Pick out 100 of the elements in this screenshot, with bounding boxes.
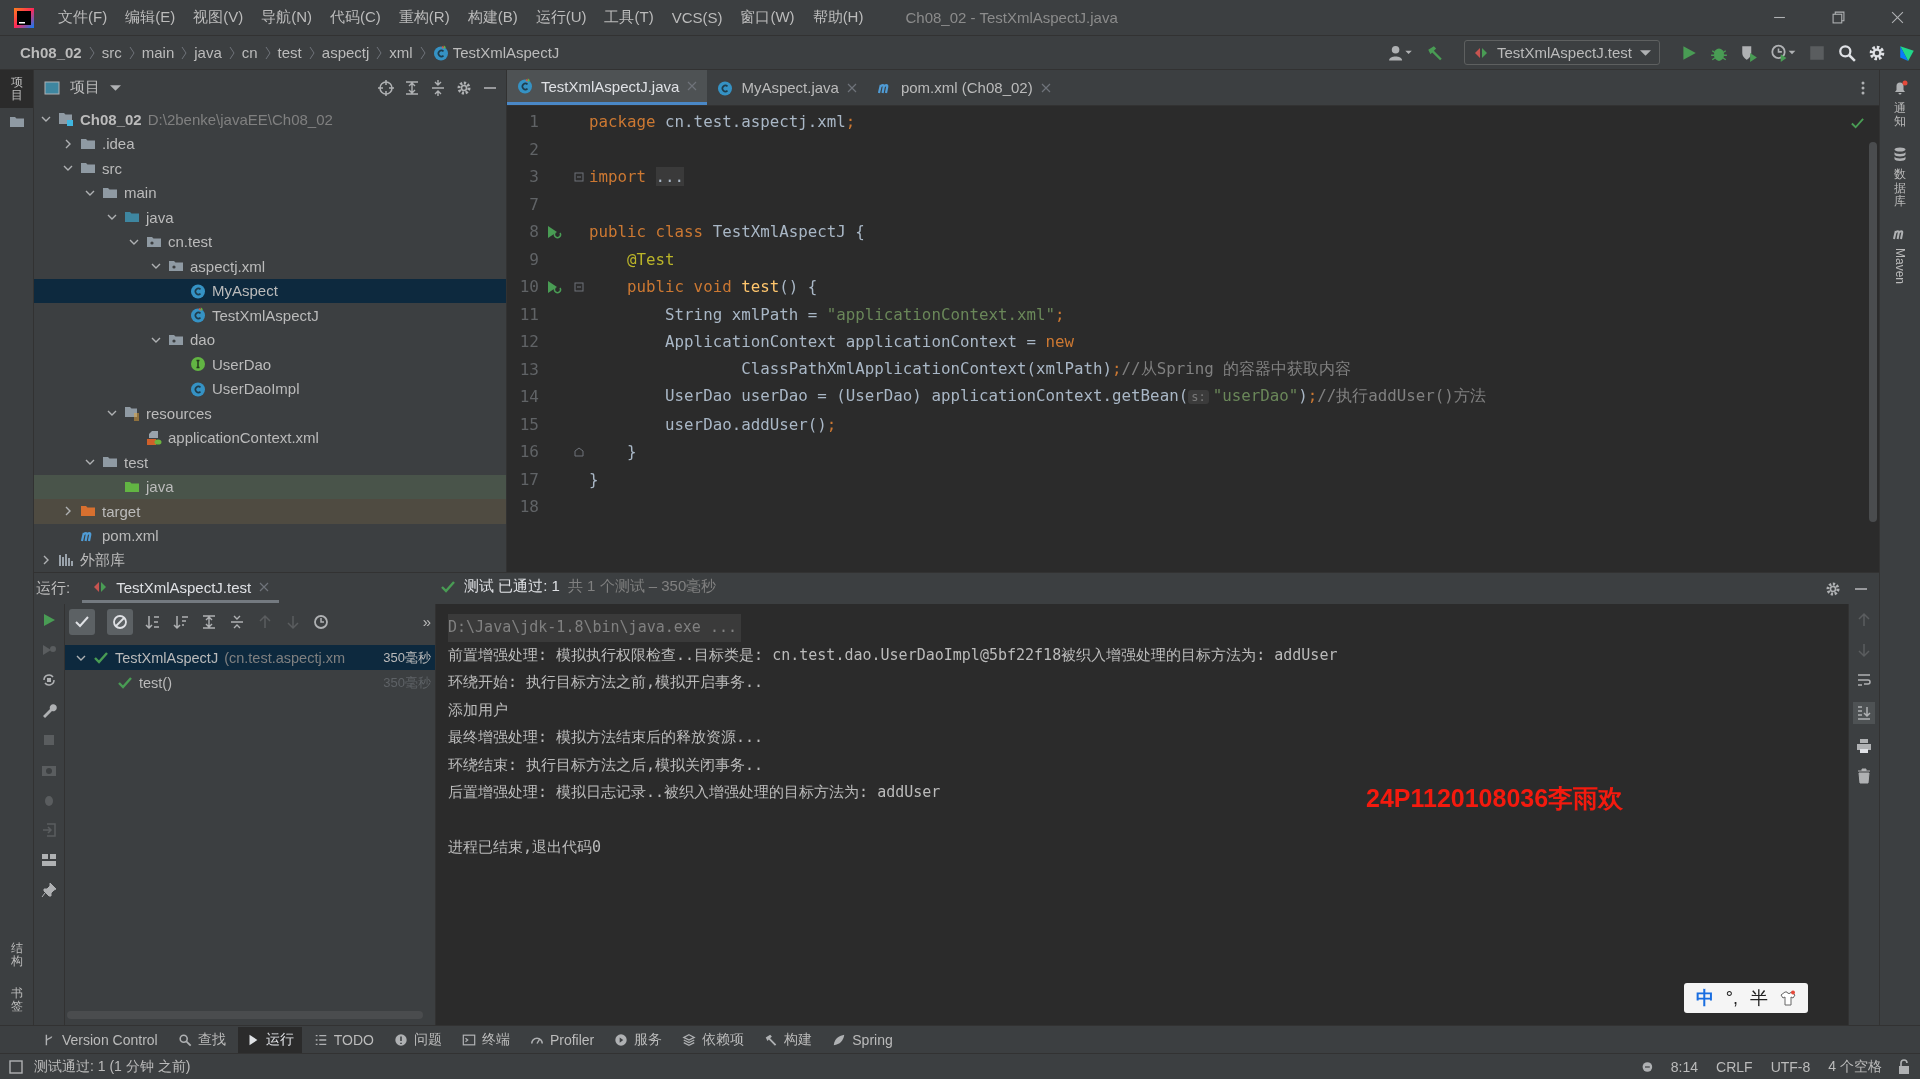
tree-item[interactable]: MyAspect [34, 278, 506, 303]
breadcrumb[interactable]: TestXmlAspectJ [426, 44, 566, 61]
tool-window-tab[interactable]: 构建 [756, 1026, 821, 1053]
tool-window-tab[interactable]: 依赖项 [674, 1026, 753, 1053]
menu-item[interactable]: 帮助(H) [804, 8, 872, 27]
tree-item[interactable]: dao [34, 327, 506, 352]
run-icon[interactable] [1680, 43, 1698, 62]
user-icon[interactable] [1387, 43, 1414, 62]
panel-title[interactable]: 项目 [70, 78, 100, 97]
tool-window-tab[interactable]: 书签 [0, 980, 33, 1019]
tool-window-tab[interactable]: 项目 [0, 70, 33, 109]
menu-item[interactable]: 重构(R) [390, 8, 458, 27]
breadcrumb[interactable]: test [271, 44, 308, 61]
trash-icon[interactable] [1856, 768, 1872, 784]
tree-item[interactable]: src [34, 156, 506, 181]
breadcrumb[interactable]: java [188, 44, 228, 61]
menu-item[interactable]: 文件(F) [50, 8, 116, 27]
layout-icon[interactable] [41, 852, 57, 868]
breadcrumb[interactable]: xml [383, 44, 419, 61]
tool-window-tab[interactable]: Version Control [34, 1027, 166, 1052]
tree-item[interactable]: cn.test [34, 229, 506, 254]
menu-item[interactable]: 导航(N) [253, 8, 320, 27]
ime-mode[interactable]: 中 [1695, 986, 1714, 1010]
tree-item[interactable]: UserDaoImpl [34, 376, 506, 401]
coverage-icon[interactable] [1740, 43, 1758, 62]
show-ignored-toggle[interactable] [107, 608, 133, 635]
tree-item[interactable]: TestXmlAspectJ [34, 303, 506, 328]
status-item[interactable]: 4 个空格 [1824, 1057, 1886, 1076]
tool-window-tab[interactable]: Maven [1892, 225, 1908, 284]
shirt-icon[interactable] [1780, 990, 1796, 1006]
editor-tab[interactable]: pom.xml (Ch08_02) [866, 70, 1061, 105]
panel-toggle-icon[interactable] [8, 1058, 24, 1075]
tool-window-tab[interactable]: 查找 [169, 1026, 234, 1053]
tree-item[interactable]: 外部库 [34, 548, 506, 572]
tree-item[interactable]: Ch08_02 D:\2benke\javaEE\Ch08_02 [34, 107, 506, 132]
caret-icon[interactable] [110, 84, 121, 91]
pin-icon[interactable] [41, 882, 57, 898]
collapse-all-icon[interactable] [229, 613, 245, 630]
breadcrumb[interactable]: src [95, 44, 128, 61]
scroll-to-end-icon[interactable] [1853, 702, 1875, 724]
wrench-icon[interactable] [41, 702, 57, 718]
expand-all-icon[interactable] [201, 613, 217, 630]
settings-icon[interactable] [456, 79, 472, 96]
menu-item[interactable]: 工具(T) [596, 8, 662, 27]
menu-item[interactable]: 代码(C) [322, 8, 389, 27]
tree-item[interactable]: target [34, 499, 506, 524]
tree-item[interactable]: java [34, 205, 506, 230]
tool-window-tab[interactable]: 服务 [606, 1026, 671, 1053]
tree-item[interactable]: test [34, 450, 506, 475]
tree-item[interactable]: aspectj.xml [34, 254, 506, 279]
tree-item[interactable]: pom.xml [34, 523, 506, 548]
tool-window-tab[interactable]: Spring [824, 1027, 901, 1052]
status-item[interactable]: UTF-8 [1766, 1058, 1815, 1075]
tree-item[interactable]: applicationContext.xml [34, 425, 506, 450]
collapse-all-icon[interactable] [430, 79, 446, 96]
fold-end-icon[interactable] [574, 446, 584, 457]
menu-item[interactable]: 视图(V) [185, 8, 252, 27]
expand-all-icon[interactable] [404, 79, 420, 96]
menu-item[interactable]: 运行(U) [527, 8, 595, 27]
run-test-icon[interactable] [546, 278, 562, 295]
breadcrumb[interactable]: main [135, 44, 181, 61]
show-passed-toggle[interactable] [69, 608, 95, 635]
history-icon[interactable] [313, 613, 329, 630]
scrollbar[interactable] [1869, 142, 1877, 522]
lock-icon[interactable] [1896, 1058, 1912, 1075]
hammer-icon[interactable] [1425, 43, 1444, 62]
console-command[interactable]: D:\Java\jdk-1.8\bin\java.exe ... [448, 614, 741, 642]
tree-item[interactable]: resources [34, 401, 506, 426]
tree-item[interactable]: .idea [34, 131, 506, 156]
tool-window-tab[interactable]: 运行 [237, 1026, 302, 1053]
input-method-bar[interactable]: 中 °, 半 [1683, 983, 1808, 1013]
tool-window-tab[interactable]: 终端 [453, 1026, 518, 1053]
menu-item[interactable]: 窗口(W) [732, 8, 803, 27]
ime-width[interactable]: 半 [1750, 986, 1768, 1010]
breadcrumb[interactable]: cn [235, 44, 264, 61]
tree-item[interactable]: main [34, 180, 506, 205]
run-test-icon[interactable] [546, 223, 562, 240]
profiler-icon[interactable] [1770, 43, 1796, 62]
sort-alpha-icon[interactable] [145, 613, 161, 630]
status-item[interactable]: 8:14 [1666, 1058, 1703, 1075]
tool-window-tab[interactable]: 结构 [0, 936, 33, 975]
editor-tab[interactable]: MyAspect.java [707, 70, 867, 105]
tool-window-tab[interactable]: TODO [305, 1027, 382, 1052]
print-icon[interactable] [1856, 738, 1872, 754]
breadcrumb[interactable]: aspectj [315, 44, 376, 61]
tree-item[interactable]: UserDao [34, 352, 506, 377]
tool-window-tab[interactable]: 数据库 [1892, 146, 1908, 208]
test-item[interactable]: TestXmlAspectJ (cn.test.aspectj.xm 350毫秒 [65, 645, 435, 670]
soft-wrap-icon[interactable] [1856, 672, 1872, 688]
menu-item[interactable]: VCS(S) [663, 9, 731, 26]
tool-window-tab[interactable]: Profiler [521, 1027, 603, 1052]
run-tab[interactable]: TestXmlAspectJ.test [82, 574, 280, 603]
status-item[interactable]: CRLF [1712, 1058, 1757, 1075]
locate-icon[interactable] [378, 79, 394, 96]
editor-tab[interactable]: TestXmlAspectJ.java [507, 70, 708, 105]
run-configuration-dropdown[interactable]: TestXmlAspectJ.test [1463, 40, 1660, 65]
menu-item[interactable]: 构建(B) [459, 8, 526, 27]
sort-duration-icon[interactable] [173, 613, 189, 630]
menu-item[interactable]: 编辑(E) [117, 8, 184, 27]
more-button[interactable]: » [422, 613, 435, 630]
